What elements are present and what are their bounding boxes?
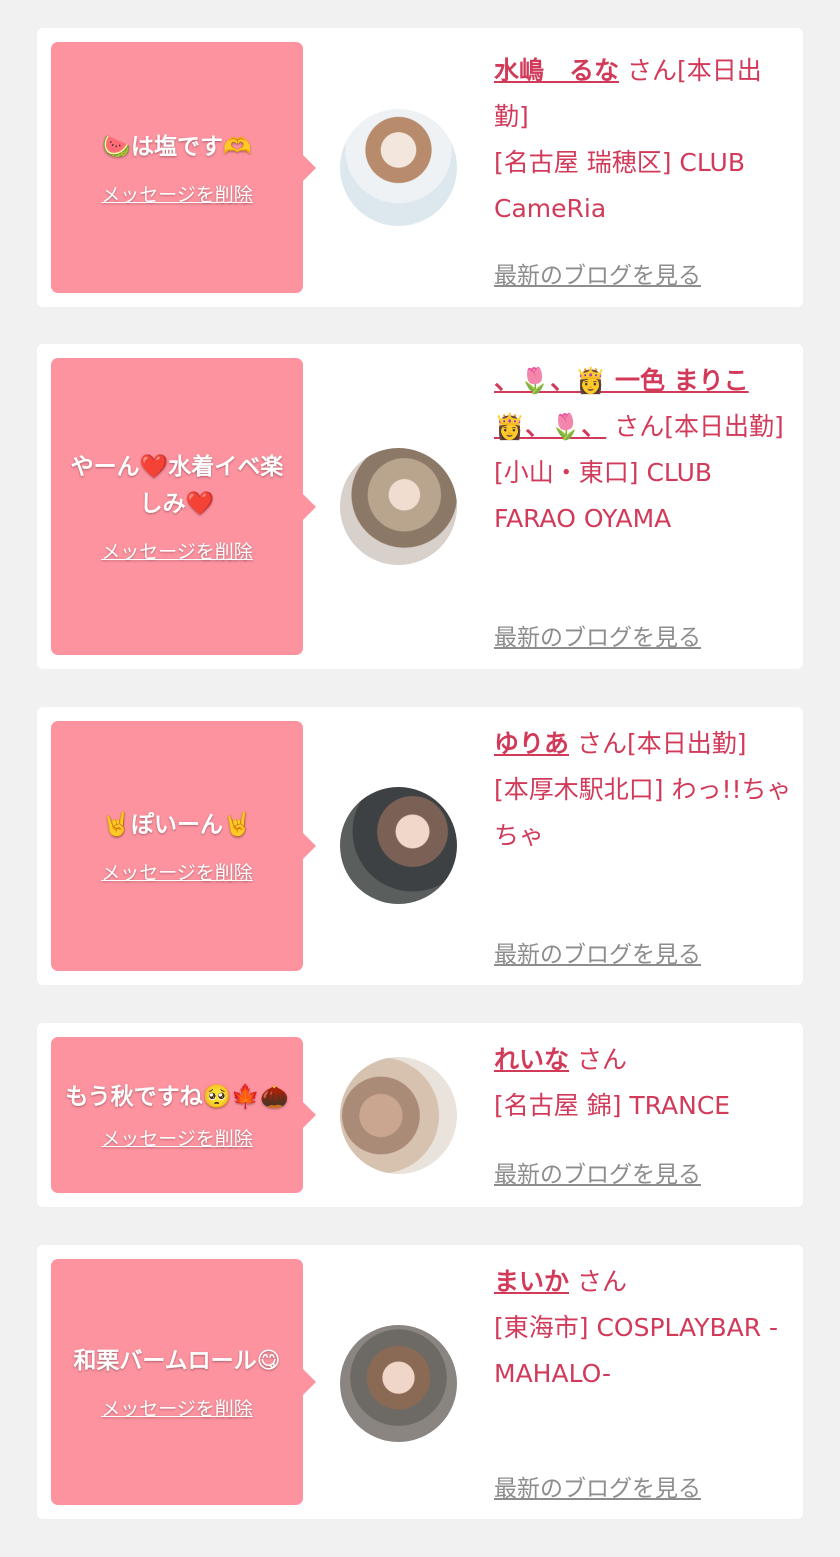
profile-info: ゆりあ さん[本日出勤] [本厚木駅北口] わっ!!ちゃちゃ — [494, 721, 794, 859]
delete-message-link[interactable]: メッセージを削除 — [101, 1124, 253, 1151]
shop-label: [本厚木駅北口] わっ!!ちゃちゃ — [494, 775, 792, 850]
status-suffix: さん[本日出勤] — [576, 729, 747, 758]
avatar[interactable] — [340, 448, 457, 565]
favorite-card: もう秋ですね🥺🍁🌰 メッセージを削除 れいな さん [名古屋 錦] TRANCE… — [37, 1023, 803, 1207]
profile-info: 、🌷、👸 一色 まりこ 👸、🌷、 さん[本日出勤] [小山・東口] CLUB F… — [494, 358, 794, 542]
avatar[interactable] — [340, 1057, 457, 1174]
message-text: 🍉は塩です🫶 — [102, 133, 252, 160]
message-text: 和栗バームロール😋 — [73, 1348, 281, 1374]
favorite-card: 🤘ぽいーん🤘 メッセージを削除 ゆりあ さん[本日出勤] [本厚木駅北口] わっ… — [37, 707, 803, 985]
avatar[interactable] — [340, 109, 457, 226]
status-suffix: さん — [576, 1267, 627, 1296]
profile-info: まいか さん [東海市] COSPLAYBAR -MAHALO- — [494, 1259, 794, 1397]
profile-info: れいな さん [名古屋 錦] TRANCE — [494, 1037, 794, 1129]
delete-message-link[interactable]: メッセージを削除 — [101, 537, 253, 564]
avatar[interactable] — [340, 1325, 457, 1442]
latest-blog-link[interactable]: 最新のブログを見る — [494, 935, 701, 969]
profile-name-link[interactable]: まいか — [494, 1267, 569, 1296]
latest-blog-link[interactable]: 最新のブログを見る — [494, 618, 701, 652]
latest-blog-link[interactable]: 最新のブログを見る — [494, 1469, 701, 1503]
delete-message-link[interactable]: メッセージを削除 — [101, 1394, 253, 1421]
message-text: やーん❤️水着イベ楽しみ❤️ — [70, 454, 284, 517]
message-text: もう秋ですね🥺🍁🌰 — [65, 1084, 289, 1110]
latest-blog-link[interactable]: 最新のブログを見る — [494, 1155, 701, 1189]
message-bubble: 🍉は塩です🫶 メッセージを削除 — [51, 42, 316, 293]
message-text: 🤘ぽいーん🤘 — [102, 812, 252, 838]
shop-label: [小山・東口] CLUB FARAO OYAMA — [494, 458, 713, 533]
favorite-card: 🍉は塩です🫶 メッセージを削除 水嶋 るな さん[本日出勤] [名古屋 瑞穂区]… — [37, 28, 803, 307]
profile-name-link[interactable]: ゆりあ — [494, 729, 569, 758]
status-suffix: さん[本日出勤] — [614, 412, 784, 441]
message-bubble: もう秋ですね🥺🍁🌰 メッセージを削除 — [51, 1037, 316, 1193]
delete-message-link[interactable]: メッセージを削除 — [101, 180, 253, 207]
message-bubble: やーん❤️水着イベ楽しみ❤️ メッセージを削除 — [51, 358, 316, 655]
shop-label: [名古屋 錦] TRANCE — [494, 1091, 731, 1120]
favorite-card: やーん❤️水着イベ楽しみ❤️ メッセージを削除 、🌷、👸 一色 まりこ 👸、🌷、… — [37, 344, 803, 669]
favorite-card: 和栗バームロール😋 メッセージを削除 まいか さん [東海市] COSPLAYB… — [37, 1245, 803, 1519]
profile-info: 水嶋 るな さん[本日出勤] [名古屋 瑞穂区] CLUB CameRia — [494, 48, 794, 232]
avatar[interactable] — [340, 787, 457, 904]
shop-label: [東海市] COSPLAYBAR -MAHALO- — [494, 1313, 779, 1388]
delete-message-link[interactable]: メッセージを削除 — [101, 858, 253, 885]
profile-name-link[interactable]: れいな — [494, 1045, 569, 1074]
shop-label: [名古屋 瑞穂区] CLUB CameRia — [494, 148, 745, 223]
message-bubble: 和栗バームロール😋 メッセージを削除 — [51, 1259, 316, 1505]
profile-name-link[interactable]: 水嶋 るな — [494, 56, 619, 85]
status-suffix: さん — [576, 1045, 627, 1074]
message-bubble: 🤘ぽいーん🤘 メッセージを削除 — [51, 721, 316, 971]
latest-blog-link[interactable]: 最新のブログを見る — [494, 256, 701, 290]
